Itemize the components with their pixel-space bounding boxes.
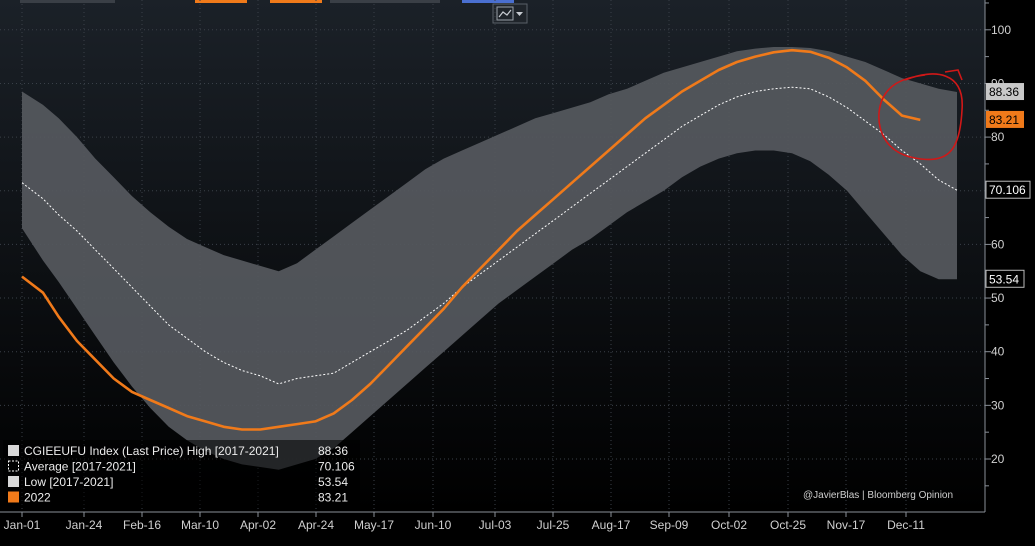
x-tick-label: Oct-25 (770, 518, 806, 532)
legend-value: 70.106 (318, 460, 355, 474)
x-tick-label: Jul-03 (479, 518, 512, 532)
tag-2022-text: 83.21 (989, 113, 1019, 127)
legend-value: 53.54 (318, 475, 348, 489)
toolbar-tab-1[interactable] (20, 0, 115, 3)
x-tick-label: Oct-02 (711, 518, 747, 532)
y-tick-label: 50 (991, 291, 1005, 305)
x-tick-label: Aug-17 (592, 518, 631, 532)
legend-swatch (8, 476, 19, 487)
x-tick-label: Mar-10 (181, 518, 219, 532)
chart-type-dropdown[interactable] (492, 3, 528, 24)
tag-high: 88.36 (986, 83, 1024, 101)
x-tick-label: Apr-24 (298, 518, 334, 532)
legend-label: Average [2017-2021] (24, 460, 136, 474)
legend: CGIEEUFU Index (Last Price) High [2017-2… (3, 440, 360, 507)
x-tick-label: Sep-09 (650, 518, 689, 532)
credit-text: @JavierBlas | Bloomberg Opinion (803, 490, 953, 501)
legend-value: 83.21 (318, 491, 348, 505)
y-tick-label: 80 (991, 130, 1005, 144)
tag-low: 53.54 (985, 269, 1025, 288)
legend-swatch (8, 445, 19, 456)
legend-swatch (8, 491, 19, 503)
y-tick-label: 100 (991, 23, 1011, 37)
legend-value: 88.36 (318, 444, 348, 458)
tag-average: 70.106 (985, 180, 1031, 199)
y-tick-label: 60 (991, 237, 1005, 251)
toolbar-tab-2[interactable] (195, 0, 247, 3)
tag-2022: 83.21 (986, 110, 1024, 128)
legend-label: CGIEEUFU Index (Last Price) High [2017-2… (24, 444, 279, 458)
y-tick-label: 20 (991, 452, 1005, 466)
tag-high-text: 88.36 (989, 85, 1019, 99)
x-tick-label: Jan-24 (66, 518, 103, 532)
x-tick-label: Feb-16 (123, 518, 161, 532)
legend-label: 2022 (24, 491, 51, 505)
toolbar-tab-4[interactable] (330, 0, 440, 3)
x-tick-label: Dec-11 (887, 518, 925, 532)
y-tick-label: 30 (991, 398, 1005, 412)
x-tick-label: Apr-02 (240, 518, 276, 532)
tag-low-text: 53.54 (989, 272, 1019, 286)
x-tick-label: Nov-17 (827, 518, 866, 532)
legend-label: Low [2017-2021] (24, 475, 113, 489)
x-tick-label: Jun-10 (415, 518, 452, 532)
chart: 2030405060708090100 Jan-01Jan-24Feb-16Ma… (0, 0, 1035, 546)
x-tick-label: Jan-01 (4, 518, 41, 532)
toolbar-tab-3[interactable] (270, 0, 322, 3)
x-tick-label: May-17 (354, 518, 394, 532)
x-tick-label: Jul-25 (537, 518, 570, 532)
tag-average-text: 70.106 (989, 183, 1026, 197)
y-tick-label: 40 (991, 345, 1005, 359)
toolbar-tab-5[interactable] (462, 0, 514, 3)
